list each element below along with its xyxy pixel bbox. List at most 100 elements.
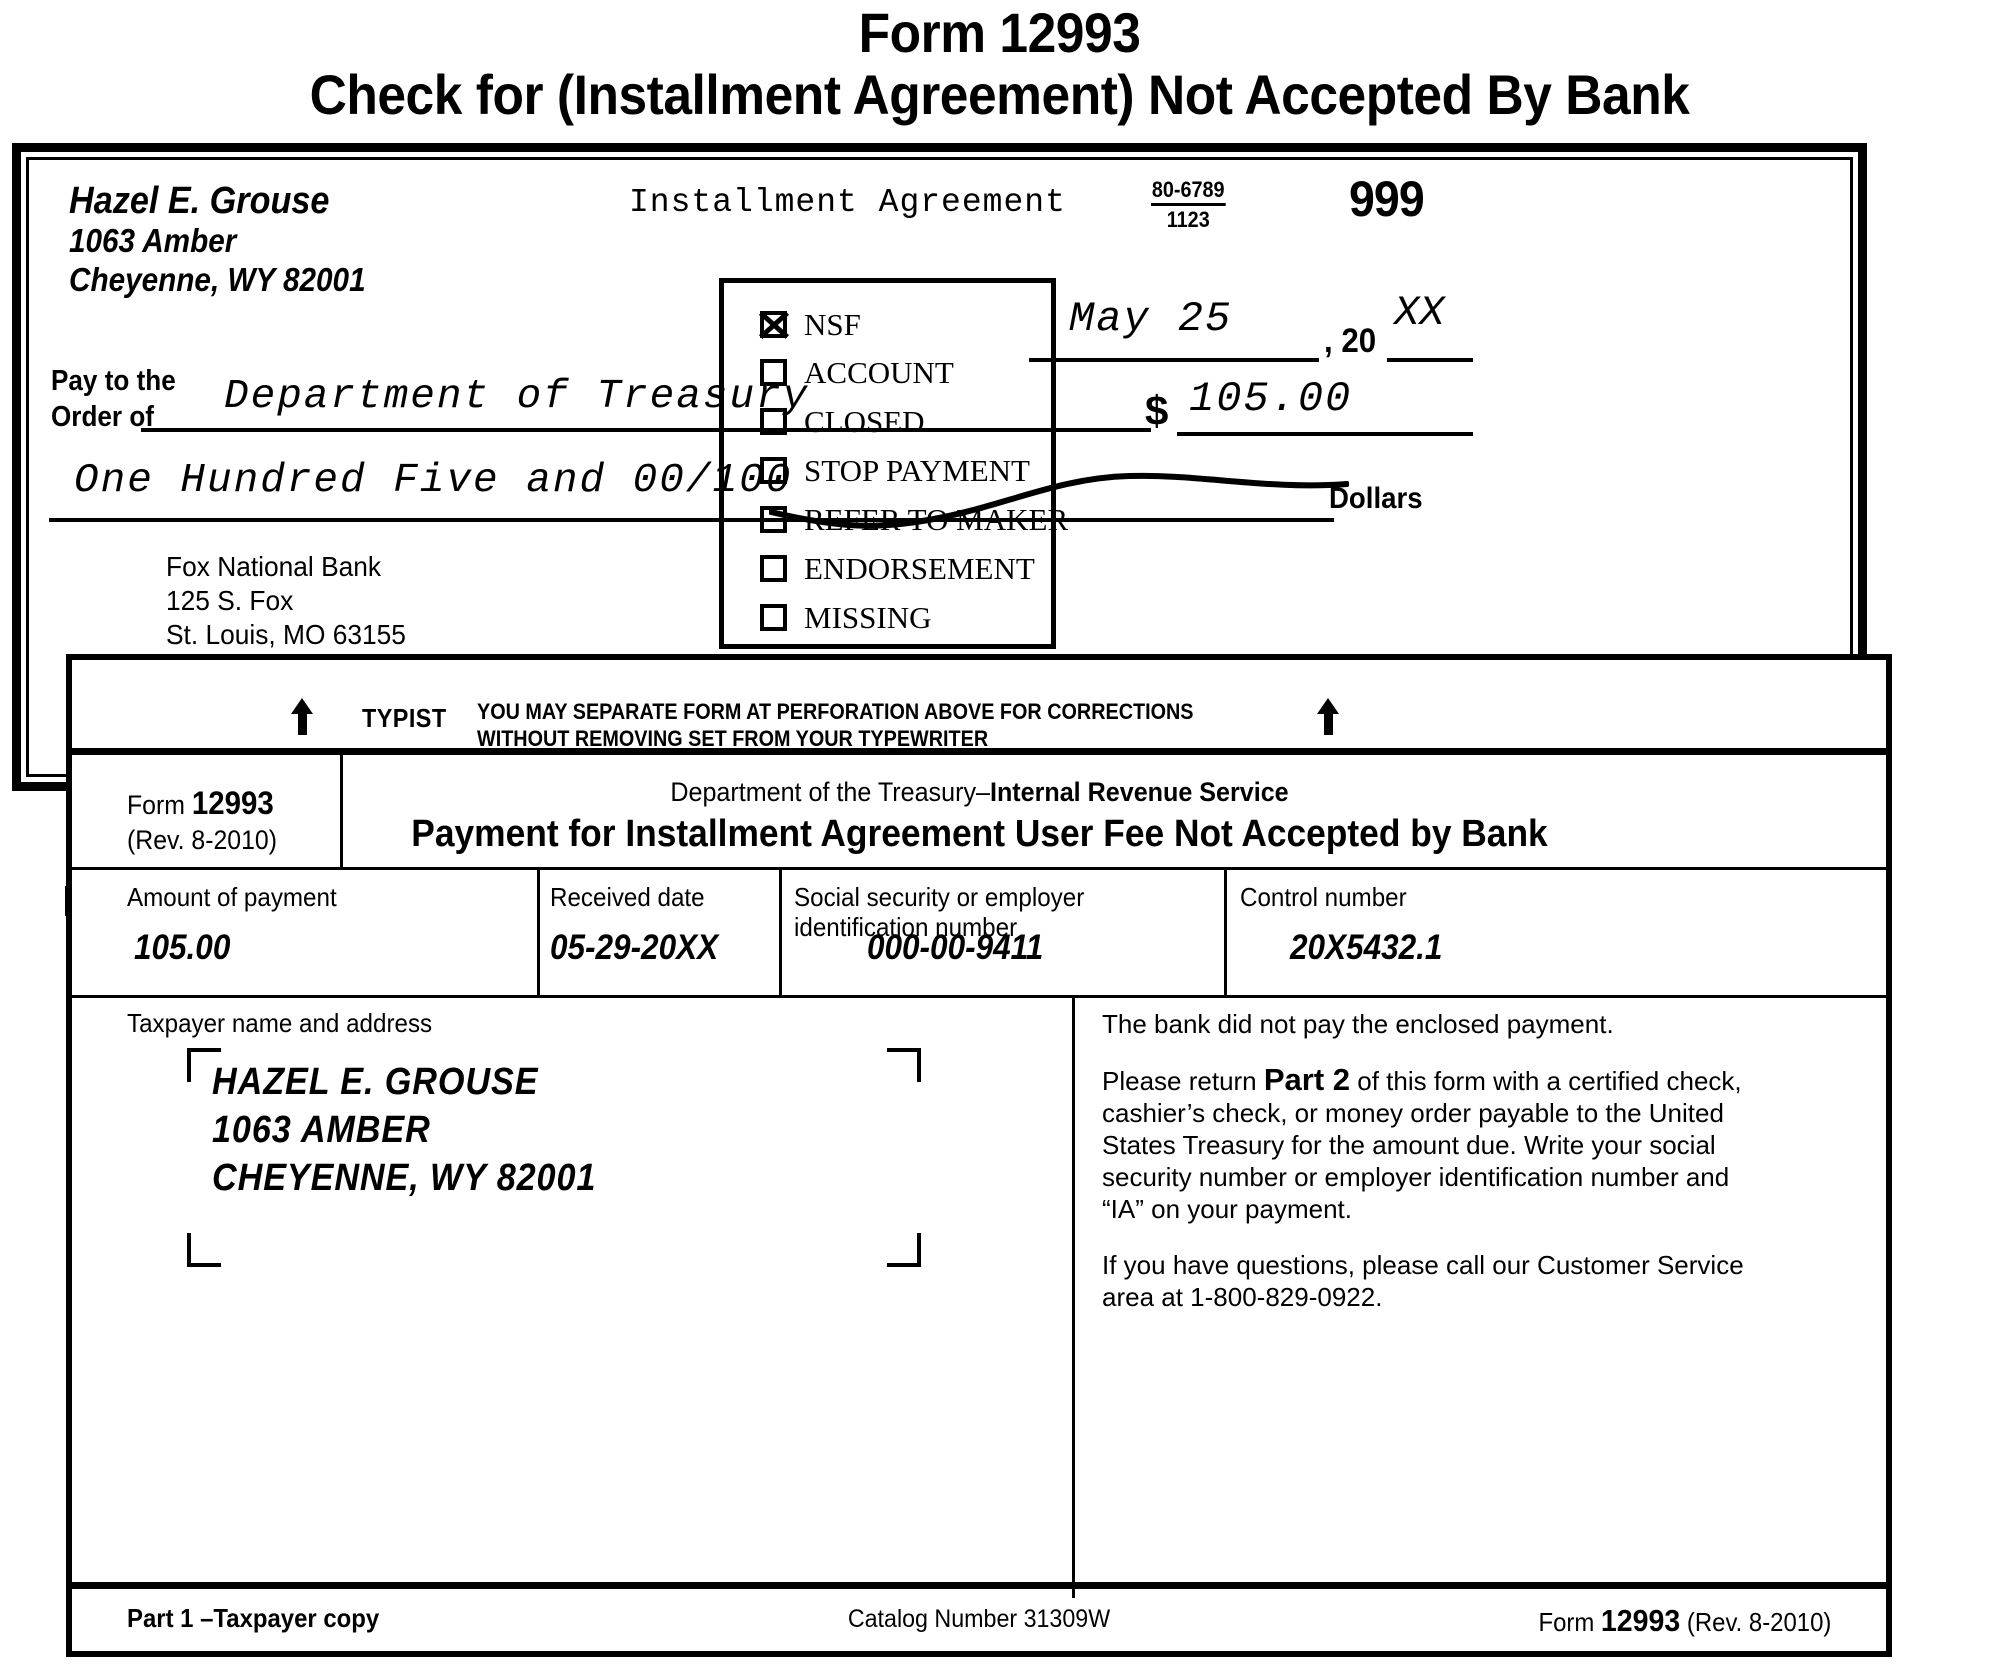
form-title: Payment for Installment Agreement User F… <box>411 813 1548 855</box>
reason-row-missing[interactable]: MISSING <box>760 602 931 633</box>
page-title-line-2: Check for (Installment Agreement) Not Ac… <box>309 63 1690 126</box>
control-number-value: 20X5432.1 <box>1290 928 1443 967</box>
typist-instruction-line-1: YOU MAY SEPARATE FORM AT PERFORATION ABO… <box>477 699 1194 724</box>
reason-checkbox-nsf[interactable] <box>760 311 787 338</box>
notice-paragraph-1: The bank did not pay the enclosed paymen… <box>1102 1009 1614 1039</box>
taxpayer-name: HAZEL E. GROUSE <box>212 1061 539 1103</box>
taxpayer-citystatezip: CHEYENNE, WY 82001 <box>212 1157 597 1199</box>
pay-to-the-order-of-label: Pay to the Order of <box>51 363 176 435</box>
taxpayer-name-address-label: Taxpayer name and address <box>127 1008 433 1038</box>
check-payer-street: 1063 Amber <box>69 222 237 259</box>
bank-name: Fox National Bank <box>166 551 382 582</box>
notice-paragraph-2: Please return Part 2 of this form with a… <box>1102 1064 1752 1225</box>
control-number-label: Control number <box>1240 882 1407 912</box>
address-corner-bottom-right <box>887 1233 921 1267</box>
form-header-band: Form 12993 (Rev. 8-2010) Department of t… <box>72 755 1886 867</box>
department-bold: Internal Revenue Service <box>989 777 1289 807</box>
reason-row-stop-payment[interactable]: STOP PAYMENT <box>760 455 1030 486</box>
address-corner-top-right <box>887 1048 921 1082</box>
reason-label-endorsement: ENDORSEMENT <box>804 551 1035 586</box>
address-corner-bottom-left <box>187 1233 221 1267</box>
bank-street: 125 S. Fox <box>166 585 294 616</box>
footer-form-word: Form <box>1538 1607 1601 1637</box>
reason-label-stop-payment: STOP PAYMENT <box>804 453 1030 488</box>
pay-to-the-label-line-1: Pay to the <box>51 365 176 397</box>
reason-label-missing: MISSING <box>804 600 932 635</box>
taxpayer-address-block: HAZEL E. GROUSE 1063 AMBER CHEYENNE, WY … <box>212 1058 596 1202</box>
reason-row-account[interactable]: ACCOUNT <box>760 357 954 388</box>
form-number: 12993 <box>191 785 274 821</box>
reason-checkbox-account[interactable] <box>760 359 787 386</box>
taxpayer-street: 1063 AMBER <box>212 1109 431 1151</box>
form-data-band: Amount of payment 105.00 Received date 0… <box>72 870 1886 995</box>
return-reason-panel: NSF ACCOUNT CLOSED STOP PAYMENT REFER TO… <box>719 278 1068 649</box>
amount-words-rule <box>49 518 1334 522</box>
data-divider-1 <box>537 870 540 995</box>
check-date-century-label: , 20 <box>1324 322 1377 360</box>
check-payer-name: Hazel E. Grouse <box>69 180 330 222</box>
check-amount-rule <box>1177 432 1473 436</box>
check-payer-block: Hazel E. Grouse 1063 Amber Cheyenne, WY … <box>69 182 366 299</box>
dollar-sign-icon: $ <box>1145 387 1169 434</box>
form-top-rule <box>72 748 1886 755</box>
form-revision: (Rev. 8-2010) <box>127 825 278 855</box>
notice-part-2-emphasis: Part 2 <box>1263 1062 1351 1097</box>
bank-notice-text: The bank did not pay the enclosed paymen… <box>1102 1008 1752 1313</box>
check-amount-words: One Hundred Five and 00/100 <box>74 458 793 504</box>
check-date-year: XX <box>1394 289 1445 337</box>
reason-row-closed[interactable]: CLOSED <box>760 406 925 437</box>
reason-label-nsf: NSF <box>804 307 861 342</box>
reason-label-refer-to-maker: REFER TO MAKER <box>804 502 1069 537</box>
check-date-year-rule <box>1387 358 1473 362</box>
typist-instruction-text: YOU MAY SEPARATE FORM AT PERFORATION ABO… <box>477 698 1194 752</box>
routing-denominator: 1123 <box>1166 207 1210 232</box>
routing-numerator: 80-6789 <box>1151 178 1226 206</box>
body-divider-line <box>1072 998 1075 1598</box>
page-title-line-1: Form 12993 <box>858 1 1141 64</box>
check-date-value: May 25 <box>1069 295 1233 343</box>
reason-row-endorsement[interactable]: ENDORSEMENT <box>760 553 1035 584</box>
form-footer-band: Part 1 –Taxpayer copy Catalog Number 313… <box>72 1589 1886 1651</box>
reason-row-nsf[interactable]: NSF <box>760 309 861 340</box>
department-plain: Department of the Treasury– <box>670 777 990 807</box>
reason-label-closed: CLOSED <box>804 404 925 439</box>
reason-checkbox-closed[interactable] <box>760 408 787 435</box>
reason-checkbox-stop-payment[interactable] <box>760 457 787 484</box>
notice-p2-pre: Please return <box>1102 1066 1264 1096</box>
check-bank-block: Fox National Bank 125 S. Fox St. Louis, … <box>166 550 406 652</box>
check-amount-numeric: 105.00 <box>1189 375 1353 423</box>
department-line: Department of the Treasury–Internal Reve… <box>391 777 1567 808</box>
page-title: Form 12993 Check for (Installment Agreem… <box>80 0 1919 126</box>
check-memo-line-label: Installment Agreement <box>629 184 1066 221</box>
typist-word: TYPIST <box>362 703 447 733</box>
check-number: 999 <box>1349 171 1425 227</box>
amount-of-payment-value: 105.00 <box>134 928 231 967</box>
check-payer-citystatezip: Cheyenne, WY 82001 <box>69 261 366 298</box>
form-number-label: Form 12993 <box>127 781 274 827</box>
reason-label-account: ACCOUNT <box>804 355 954 390</box>
footer-form-number: Form 12993 (Rev. 8-2010) <box>1538 1603 1831 1639</box>
amount-of-payment-label: Amount of payment <box>127 882 337 912</box>
dollars-label: Dollars <box>1329 482 1423 515</box>
typist-instruction-strip: TYPIST YOU MAY SEPARATE FORM AT PERFORAT… <box>72 660 1886 755</box>
bank-citystatezip: St. Louis, MO 63155 <box>166 619 406 650</box>
reason-checkbox-refer-to-maker[interactable] <box>760 506 787 533</box>
footer-form-rev: (Rev. 8-2010) <box>1679 1607 1831 1637</box>
received-date-value: 05-29-20XX <box>550 928 719 967</box>
reason-checkbox-missing[interactable] <box>760 604 787 631</box>
notice-paragraph-3: If you have questions, please call our C… <box>1102 1250 1744 1312</box>
reason-checkbox-endorsement[interactable] <box>760 555 787 582</box>
check-date-rule <box>1029 358 1319 362</box>
data-divider-2 <box>779 870 782 995</box>
form-footer-rule <box>72 1582 1886 1589</box>
ssn-ein-value: 000-00-9411 <box>867 928 1044 967</box>
received-date-label: Received date <box>550 882 705 912</box>
check-routing-fraction: 80-6789 1123 <box>1151 178 1226 232</box>
header-divider-line <box>340 755 343 867</box>
data-divider-3 <box>1224 870 1227 995</box>
form-word: Form <box>127 790 192 820</box>
form-body-band: Taxpayer name and address HAZEL E. GROUS… <box>72 998 1886 1598</box>
reason-row-refer-to-maker[interactable]: REFER TO MAKER <box>760 504 1068 535</box>
irs-form-12993: TYPIST YOU MAY SEPARATE FORM AT PERFORAT… <box>66 654 1892 1657</box>
footer-form-num: 12993 <box>1600 1603 1680 1638</box>
